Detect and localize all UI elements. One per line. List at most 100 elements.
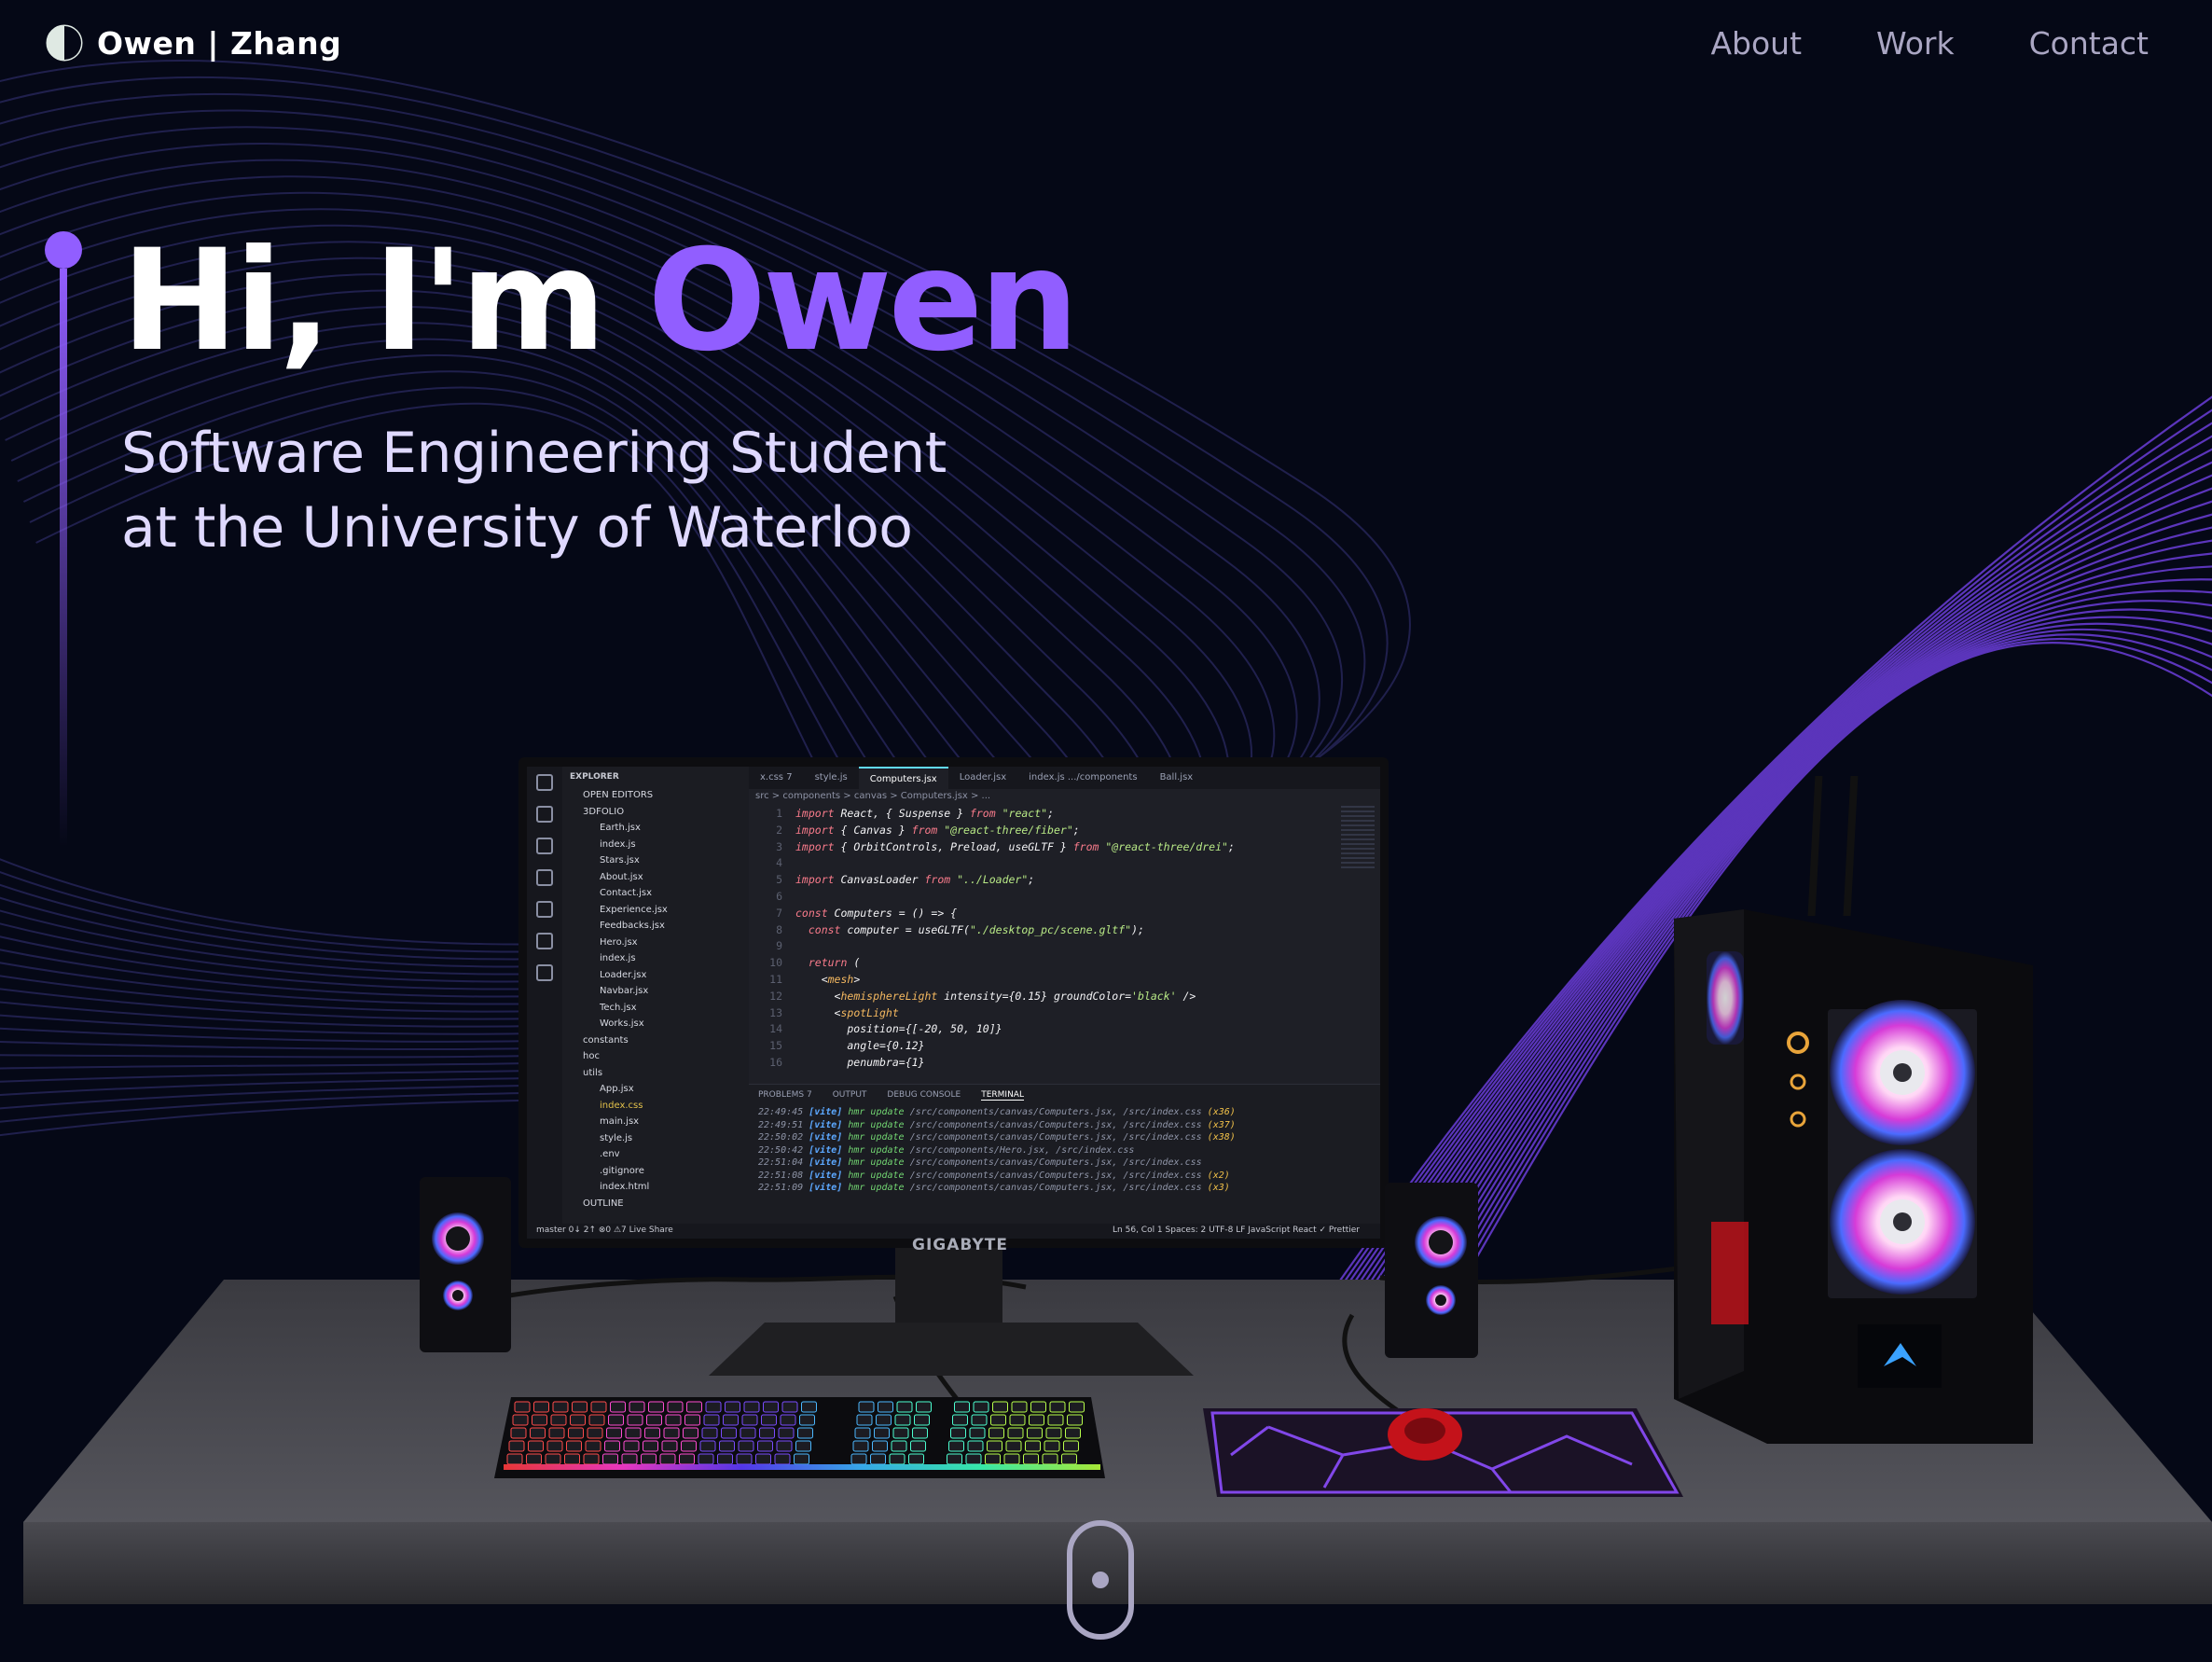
panel-tab: DEBUG CONSOLE	[887, 1090, 961, 1100]
keyboard-key	[743, 1401, 760, 1413]
keyboard-key	[969, 1427, 986, 1439]
brand-first-name: Owen	[97, 24, 197, 62]
nav-links: About Work Contact	[1710, 25, 2149, 62]
keyboard-key	[1049, 1401, 1066, 1413]
keyboard-key	[761, 1414, 777, 1426]
keyboard-key	[990, 1414, 1006, 1426]
keyboard-key	[914, 1414, 930, 1426]
keyboard-key	[952, 1414, 968, 1426]
keyboard-key	[778, 1427, 795, 1439]
brand-name: Owen | Zhang	[97, 25, 341, 62]
nav-link-about[interactable]: About	[1710, 25, 1802, 62]
vscode-terminal-panel: PROBLEMS 7 OUTPUT DEBUG CONSOLE TERMINAL 22…	[749, 1084, 1380, 1224]
keyboard-key	[508, 1440, 525, 1452]
keyboard-key	[572, 1401, 588, 1413]
hero-section: Hi, I'm Owen Software Engineering Studen…	[45, 231, 1079, 847]
hero-greeting: Hi, I'm	[121, 220, 648, 382]
keyboard-key	[1007, 1427, 1024, 1439]
line-number: 14	[769, 1022, 782, 1036]
explorer-item: style.js	[600, 1132, 633, 1143]
keyboard-key	[876, 1414, 892, 1426]
nav-link-contact[interactable]: Contact	[2029, 25, 2149, 62]
terminal-line: 22:50:42 [vite] hmr update /src/componen…	[758, 1144, 1141, 1156]
code-line: 10 return (	[754, 955, 1334, 972]
explorer-item: hoc	[583, 1051, 600, 1061]
hero-title: Hi, I'm Owen	[121, 231, 1079, 371]
keyboard-key	[703, 1414, 720, 1426]
keyboard-key	[858, 1401, 875, 1413]
panel-tab: PROBLEMS 7	[758, 1090, 812, 1100]
brand-home-link[interactable]: Owen | Zhang	[45, 23, 341, 62]
line-number: 7	[776, 906, 782, 920]
explorer-item: Experience.jsx	[600, 904, 668, 915]
keyboard-key	[874, 1427, 890, 1439]
keyboard-key	[604, 1440, 620, 1452]
hero-accent-line	[45, 231, 82, 847]
keyboard-key	[992, 1401, 1008, 1413]
explorer-item: Contact.jsx	[600, 888, 652, 898]
explorer-item: About.jsx	[600, 871, 643, 882]
keyboard-key	[1067, 1414, 1083, 1426]
keyboard-key	[736, 1453, 753, 1465]
code-text: return (	[808, 956, 861, 970]
code-text: const Computers = () => {	[795, 906, 958, 920]
keyboard-key	[621, 1453, 638, 1465]
keyboard-key	[759, 1427, 775, 1439]
keyboard	[494, 1397, 1105, 1478]
extensions-icon	[536, 901, 553, 918]
keyboard-key	[1005, 1440, 1022, 1452]
nav-link-work[interactable]: Work	[1876, 25, 1955, 62]
keyboard-key	[1029, 1414, 1044, 1426]
code-text: penumbra={1}	[795, 1055, 925, 1069]
vscode-minimap	[1341, 806, 1375, 871]
terminal-line: 22:51:08 [vite] hmr update /src/componen…	[758, 1170, 1230, 1181]
explorer-item: Tech.jsx	[600, 1002, 637, 1013]
scroll-down-indicator[interactable]	[1067, 1520, 1134, 1640]
keyboard-key	[659, 1453, 676, 1465]
code-text: <spotLight	[795, 1005, 899, 1019]
keyboard-key	[1045, 1427, 1062, 1439]
hero-subtitle: Software Engineering Student at the Univ…	[121, 416, 1075, 565]
status-left: master 0↓ 2↑ ⊗0 ⚠7 Live Share	[536, 1226, 673, 1235]
keyboard-key	[610, 1401, 626, 1413]
keyboard-key	[872, 1440, 888, 1452]
keyboard-key	[797, 1427, 813, 1439]
keyboard-key	[717, 1453, 733, 1465]
keyboard-key	[512, 1414, 529, 1426]
code-text: angle={0.12}	[795, 1039, 925, 1053]
explorer-item: Feedbacks.jsx	[600, 921, 665, 931]
code-line: 6	[754, 889, 1334, 906]
line-number: 12	[769, 989, 782, 1003]
keyboard-key	[699, 1440, 716, 1452]
line-number: 4	[776, 856, 782, 870]
keyboard-key	[780, 1414, 796, 1426]
keyboard-key	[648, 1401, 664, 1413]
explorer-item: Navbar.jsx	[600, 986, 649, 996]
terminal-line: 22:50:02 [vite] hmr update /src/componen…	[758, 1132, 1236, 1143]
keyboard-key	[665, 1414, 682, 1426]
keyboard-key	[1047, 1414, 1064, 1426]
keyboard-key	[795, 1440, 811, 1452]
mouse-scroll-icon	[1092, 1572, 1109, 1588]
run-debug-icon	[536, 869, 553, 886]
keyboard-key	[698, 1453, 714, 1465]
keyboard-key	[550, 1414, 567, 1426]
keyboard-key	[530, 1427, 546, 1439]
explorer-item: index.js	[600, 953, 636, 963]
keyboard-key	[740, 1427, 756, 1439]
keyboard-key	[967, 1440, 984, 1452]
keyboard-key	[644, 1427, 660, 1439]
keyboard-key	[892, 1427, 909, 1439]
explorer-item: utils	[583, 1067, 603, 1078]
terminal-line: 22:49:45 [vite] hmr update /src/componen…	[758, 1107, 1236, 1117]
status-right: Ln 56, Col 1 Spaces: 2 UTF-8 LF JavaScri…	[1113, 1226, 1360, 1235]
keyboard-key	[1063, 1440, 1079, 1452]
right-speaker	[1385, 1183, 1478, 1358]
keyboard-key	[568, 1427, 584, 1439]
hero-accent-bar	[60, 269, 67, 847]
monitor-brand-label: GIGABYTE	[912, 1236, 1008, 1254]
keyboard-key	[684, 1414, 700, 1426]
explorer-item: index.html	[600, 1182, 650, 1192]
keyboard-key	[1042, 1453, 1058, 1465]
keyboard-key	[719, 1440, 735, 1452]
